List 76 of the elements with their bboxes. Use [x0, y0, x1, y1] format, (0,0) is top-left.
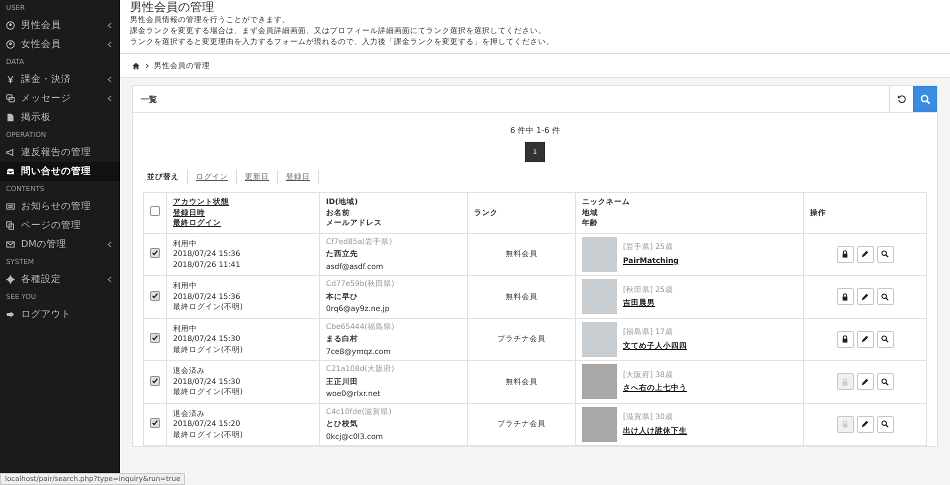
chevron-icon	[107, 22, 112, 29]
lock-button[interactable]	[836, 330, 854, 348]
lock-icon	[841, 420, 849, 428]
home-icon[interactable]	[132, 62, 140, 70]
row-checkbox[interactable]	[150, 248, 160, 258]
chevron-icon	[145, 63, 149, 69]
result-count: 6 件中 1-6 件	[509, 125, 561, 136]
search-icon	[881, 378, 889, 386]
select-all-checkbox[interactable]	[150, 206, 160, 216]
edit-button[interactable]	[856, 246, 874, 263]
pencil-icon	[861, 378, 869, 386]
search-icon	[881, 250, 889, 258]
yen-icon	[6, 75, 15, 84]
sidebar-item[interactable]: DMの管理	[0, 235, 120, 254]
chevron-icon	[107, 95, 112, 102]
sidebar-item[interactable]: 課金・決済	[0, 70, 120, 89]
search-button[interactable]	[876, 416, 894, 433]
lock-icon	[841, 335, 849, 344]
sidebar-item[interactable]: ログアウト	[0, 305, 120, 324]
search-button[interactable]	[876, 246, 894, 263]
search-icon	[920, 94, 930, 104]
reset-icon	[896, 94, 906, 104]
lock-button[interactable]	[836, 246, 854, 263]
news-icon	[6, 202, 15, 211]
sidebar-item[interactable]: ページの管理	[0, 216, 120, 235]
pencil-icon	[861, 292, 869, 301]
bullhorn-icon	[6, 148, 15, 157]
lock-button[interactable]	[836, 288, 854, 306]
sidebar-item[interactable]: 各種設定	[0, 270, 120, 289]
lock-icon	[841, 378, 849, 386]
row-checkbox[interactable]	[150, 376, 160, 386]
sidebar-item[interactable]: 男性会員	[0, 16, 120, 35]
copy-icon	[6, 221, 15, 230]
user-icon	[6, 21, 15, 30]
row-checkbox[interactable]	[150, 333, 160, 343]
check-icon	[151, 292, 159, 300]
check-icon	[151, 419, 159, 427]
sidebar-item[interactable]: 女性会員	[0, 35, 120, 54]
pencil-icon	[861, 420, 869, 428]
chat-icon	[6, 94, 15, 103]
check-icon	[151, 249, 159, 257]
chevron-icon	[107, 241, 112, 248]
envelope-icon	[6, 240, 15, 249]
lock-icon	[841, 250, 849, 258]
search-button[interactable]	[876, 373, 894, 390]
sidebar-item[interactable]: 掲示板	[0, 108, 120, 127]
search-button[interactable]	[876, 288, 894, 306]
chevron-icon	[107, 276, 112, 283]
chevron-icon	[107, 41, 112, 48]
user-icon	[6, 40, 15, 49]
lock-icon	[841, 292, 849, 301]
search-button[interactable]	[876, 330, 894, 348]
check-icon	[151, 376, 159, 384]
pencil-icon	[861, 250, 869, 258]
pencil-icon	[861, 335, 869, 344]
search-icon	[881, 420, 889, 428]
sidebar-item[interactable]: お知らせの管理	[0, 197, 120, 216]
edit-button[interactable]	[856, 373, 874, 390]
sidebar-item[interactable]: 違反報告の管理	[0, 143, 120, 162]
check-icon	[151, 334, 159, 342]
search-icon	[881, 335, 889, 344]
chevron-icon	[107, 76, 112, 83]
page-title: 男性会員の管理	[130, 0, 215, 14]
row-checkbox[interactable]	[150, 290, 160, 300]
panel-title: 一覧	[140, 94, 158, 104]
row-checkbox[interactable]	[150, 418, 160, 428]
settings-icon	[6, 275, 15, 284]
inbox-icon	[6, 167, 15, 176]
search-icon	[881, 292, 889, 301]
sidebar-item[interactable]: メッセージ	[0, 89, 120, 108]
edit-button[interactable]	[856, 330, 874, 348]
sidebar-item[interactable]: 問い合せの管理	[0, 162, 120, 181]
signout-icon	[6, 310, 15, 319]
edit-button[interactable]	[856, 416, 874, 433]
edit-button[interactable]	[856, 288, 874, 306]
doc-icon	[6, 113, 15, 122]
